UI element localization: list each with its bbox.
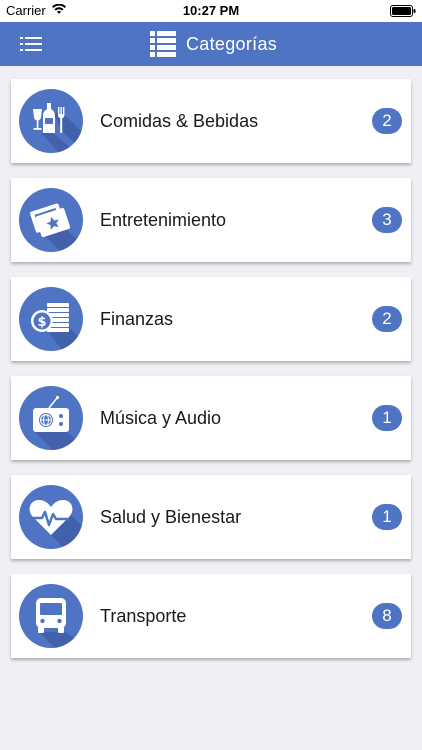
page-title: Categorías — [186, 33, 278, 54]
count-badge: 1 — [372, 405, 402, 431]
heart-icon — [19, 485, 83, 549]
tickets-icon — [19, 188, 83, 252]
category-label: Entretenimiento — [100, 210, 227, 230]
category-label: Finanzas — [100, 309, 174, 329]
category-card-comidas-bebidas[interactable]: Comidas & Bebidas 2 — [11, 79, 411, 163]
category-label: Comidas & Bebidas — [100, 111, 259, 131]
count-badge: 8 — [372, 603, 402, 629]
category-card-finanzas[interactable]: $ Finanzas 2 — [11, 277, 411, 361]
status-time: 10:27 PM — [182, 3, 240, 18]
category-label: Salud y Bienestar — [100, 507, 242, 527]
count-badge: 2 — [372, 306, 402, 332]
category-card-musica-audio[interactable]: Música y Audio 1 — [11, 376, 411, 460]
category-card-entretenimiento[interactable]: Entretenimiento 3 — [11, 178, 411, 262]
menu-icon[interactable] — [20, 34, 42, 54]
count-badge: 1 — [372, 504, 402, 530]
category-label: Transporte — [100, 606, 187, 626]
money-icon: $ — [19, 287, 83, 351]
list-icon — [150, 31, 176, 57]
radio-icon — [19, 386, 83, 450]
category-label: Música y Audio — [100, 408, 222, 428]
food-drink-icon — [19, 89, 83, 153]
count-badge: 3 — [372, 207, 402, 233]
status-bar: Carrier 10:27 PM — [0, 0, 422, 22]
category-card-salud-bienestar[interactable]: Salud y Bienestar 1 — [11, 475, 411, 559]
count-badge: 2 — [372, 108, 402, 134]
svg-text:$: $ — [37, 315, 46, 330]
nav-title-group: Categorías — [150, 29, 277, 59]
category-card-transporte[interactable]: Transporte 8 — [11, 574, 411, 658]
battery-icon — [390, 5, 416, 17]
bus-icon — [19, 584, 83, 648]
nav-bar: Categorías — [0, 22, 422, 66]
